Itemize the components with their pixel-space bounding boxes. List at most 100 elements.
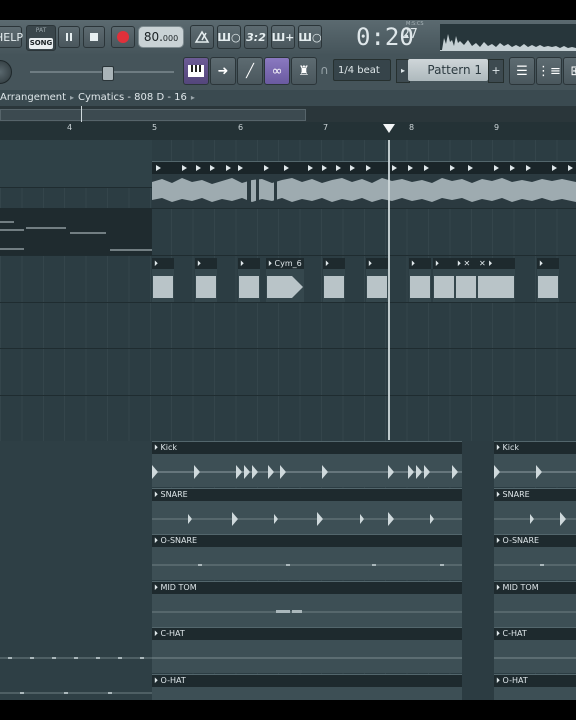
clip-header: ✕ ⏵ [477, 258, 515, 269]
c-hat-notes [494, 657, 576, 659]
countdown-button[interactable]: 3:2 [244, 25, 268, 49]
main-toolbar: HELP PAT SONG 80.000 Ш○ 3:2 Ш+ Ш○ [0, 20, 576, 55]
playlist-window-button[interactable]: ☰ [509, 57, 535, 85]
tempo-integer: 80. [143, 30, 163, 44]
brush-icon: ╱ [246, 63, 254, 79]
piano-roll-button[interactable] [183, 57, 209, 85]
horizontal-scrollbar[interactable] [0, 106, 576, 122]
step-edit-button[interactable]: Ш+ [271, 25, 295, 49]
pat-mode-label[interactable]: PAT [27, 27, 55, 34]
pattern-clip-mid-tom[interactable]: ⏵ MID TOM [494, 581, 576, 627]
clip-header: ⏵ SNARE [152, 489, 462, 501]
pattern-clip-c-hat[interactable]: ⏵ C-HAT [152, 627, 462, 673]
kick-notes [152, 465, 462, 479]
tempo-display[interactable]: 80. 000 [138, 26, 184, 48]
clip-block [434, 276, 454, 298]
pattern-clip-c-hat[interactable]: ⏵ C-HAT [494, 627, 576, 673]
cym-clip[interactable]: ✕ ⏵ [477, 258, 515, 302]
clip-header: ⏵ [366, 258, 388, 269]
pattern-select[interactable]: Pattern 1 [408, 59, 488, 81]
loop-record-icon: Ш○ [298, 30, 322, 44]
master-volume-handle[interactable] [102, 66, 114, 81]
audio-clip-region[interactable] [0, 208, 152, 255]
stamp-tool-button[interactable]: ♜ [291, 57, 317, 85]
cym-clip[interactable]: ⏵ [152, 258, 174, 302]
clip-header: ⏵ O-SNARE [494, 535, 576, 547]
pattern-clip-o-hat[interactable]: ⏵ O-HAT [152, 674, 462, 700]
clip-header: ⏵ [152, 258, 174, 269]
pattern-clip-kick[interactable]: ⏵ Kick [494, 441, 576, 487]
hat-note-dots [0, 657, 152, 694]
breadcrumb-separator-icon: ▸ [70, 93, 75, 102]
help-button[interactable]: HELP [0, 26, 23, 48]
pattern-name: Kick [502, 443, 520, 452]
cym-clip[interactable]: ⏵ [195, 258, 217, 302]
clip-header: ⏵ Kick [152, 442, 462, 454]
slice-markers [156, 165, 573, 171]
add-pattern-button[interactable]: + [488, 59, 504, 83]
audio-clip[interactable] [152, 161, 576, 208]
cym-clip[interactable]: ⏵ [537, 258, 559, 302]
magnet-icon: ∩ [320, 63, 329, 77]
clip-header: ⏵ O-HAT [152, 675, 462, 687]
song-mode-label[interactable]: SONG [29, 38, 53, 49]
clip-block [367, 276, 387, 298]
playlist-icon: ☰ [516, 63, 528, 79]
wait-icon: Ш○ [217, 30, 241, 44]
scroll-position-marker [81, 106, 82, 122]
pattern-clip-snare[interactable]: ⏵ SNARE [494, 488, 576, 534]
metronome-button[interactable] [190, 25, 214, 49]
stop-button[interactable] [83, 26, 105, 48]
breadcrumb-arrangement[interactable]: Arrangement [0, 92, 66, 103]
snare-notes [494, 512, 576, 526]
pause-button[interactable] [58, 26, 80, 48]
channel-rack-button[interactable]: ⋮≡ [536, 57, 562, 85]
channel-rack-icon: ⋮≡ [537, 63, 561, 79]
pattern-clip-o-hat[interactable]: ⏵ O-HAT [494, 674, 576, 700]
audio-waveform [152, 174, 576, 208]
cym-clip[interactable]: ⏵ [366, 258, 388, 302]
wait-for-input-button[interactable]: Ш○ [217, 25, 241, 49]
mid-tom-notes [152, 610, 462, 613]
pattern-clip-o-snare[interactable]: ⏵ O-SNARE [152, 534, 462, 580]
clip-header: ⏵ [537, 258, 559, 269]
oscilloscope-graph [440, 34, 576, 51]
gap-region [462, 441, 494, 700]
pattern-clip-kick[interactable]: ⏵ Kick [152, 441, 462, 487]
pat-song-switch[interactable]: PAT SONG [26, 25, 56, 51]
cym-clip[interactable]: ⏵ [323, 258, 345, 302]
stamp-icon: ♜ [298, 63, 310, 79]
mixer-button[interactable]: ⊞ [563, 57, 576, 85]
cym-clip[interactable]: ⏵ [238, 258, 260, 302]
breadcrumb-clip[interactable]: Cymatics - 808 D - 16 [78, 92, 187, 103]
paint-tool-button[interactable]: ╱ [237, 57, 263, 85]
o-snare-notes [494, 564, 576, 566]
cym-clip[interactable]: ⏵ ✕ [455, 258, 477, 302]
snap-select[interactable]: 1/4 beat [333, 59, 391, 81]
clip-block [410, 276, 430, 298]
link-tool-button[interactable]: ∞ [264, 57, 290, 85]
cym-clip[interactable]: ⏵ [433, 258, 455, 302]
playhead-line[interactable] [388, 140, 390, 440]
empty-lane [0, 140, 152, 187]
pattern-clip-mid-tom[interactable]: ⏵ MID TOM [152, 581, 462, 627]
clip-header: ⏵ [409, 258, 431, 269]
cym-clip[interactable]: ⏵ [409, 258, 431, 302]
master-pitch-knob[interactable] [0, 60, 12, 84]
clip-block [267, 276, 303, 298]
bar-number: 4 [67, 123, 73, 132]
playhead-marker-icon[interactable] [383, 124, 395, 133]
waveform-monitor [440, 24, 576, 51]
record-button[interactable] [111, 26, 135, 48]
countdown-icon: 3:2 [246, 30, 266, 44]
pattern-clip-o-snare[interactable]: ⏵ O-SNARE [494, 534, 576, 580]
timeline-ruler[interactable]: 4 5 6 7 8 9 [0, 122, 576, 141]
pattern-name: C-HAT [502, 629, 527, 638]
playlist-tracks[interactable]: ⏵ ⏵ ⏵ ⏵ Cym_6 ⏵ ⏵ ⏵ ⏵ ⏵ ✕ ✕ ⏵ ⏵ ⏵ Kick ⏵… [0, 140, 576, 700]
loop-record-button[interactable]: Ш○ [298, 25, 322, 49]
time-centiseconds: 27 [402, 27, 418, 42]
cym-clip[interactable]: ⏵ Cym_6 [266, 258, 304, 302]
pattern-clip-snare[interactable]: ⏵ SNARE [152, 488, 462, 534]
draw-tool-button[interactable]: ➜ [210, 57, 236, 85]
scrollbar-thumb[interactable] [0, 109, 306, 121]
